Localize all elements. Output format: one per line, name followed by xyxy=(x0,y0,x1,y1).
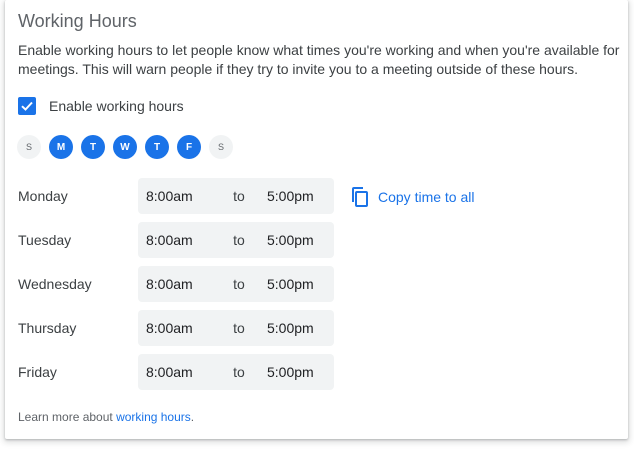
copy-icon xyxy=(352,187,368,207)
working-hours-card: Working Hours Enable working hours to le… xyxy=(5,0,628,439)
copy-time-to-all-label: Copy time to all xyxy=(378,189,475,205)
to-label: to xyxy=(233,232,245,248)
checkmark-icon xyxy=(21,101,33,111)
end-time-field[interactable]: 5:00pm xyxy=(260,276,314,292)
start-time-field[interactable]: 8:00am xyxy=(138,188,218,204)
end-time-field[interactable]: 5:00pm xyxy=(260,232,314,248)
schedule-row-wednesday: Wednesday 8:00am to 5:00pm xyxy=(18,266,334,302)
learn-more-text: Learn more about working hours. xyxy=(18,410,194,424)
day-toggle-thursday[interactable]: T xyxy=(145,135,169,159)
start-time-field[interactable]: 8:00am xyxy=(138,364,218,380)
learn-more-prefix: Learn more about xyxy=(18,410,117,424)
schedule-row-tuesday: Tuesday 8:00am to 5:00pm xyxy=(18,222,334,258)
section-title: Working Hours xyxy=(18,11,137,31)
day-toggle-friday[interactable]: F xyxy=(177,135,201,159)
enable-working-hours-checkbox[interactable] xyxy=(18,97,36,115)
time-range: 8:00am to 5:00pm xyxy=(138,266,334,302)
day-toggle-saturday[interactable]: S xyxy=(209,135,233,159)
start-time-field[interactable]: 8:00am xyxy=(138,320,218,336)
schedule-row-monday: Monday 8:00am to 5:00pm xyxy=(18,178,334,214)
start-time-field[interactable]: 8:00am xyxy=(138,276,218,292)
day-label: Monday xyxy=(18,188,68,204)
day-toggle-tuesday[interactable]: T xyxy=(81,135,105,159)
day-label: Thursday xyxy=(18,320,77,336)
enable-working-hours-row: Enable working hours xyxy=(18,96,184,116)
time-range: 8:00am to 5:00pm xyxy=(138,222,334,258)
day-label: Friday xyxy=(18,364,57,380)
day-toggle-monday[interactable]: M xyxy=(49,135,73,159)
enable-working-hours-label: Enable working hours xyxy=(49,98,184,114)
to-label: to xyxy=(233,364,245,380)
to-label: to xyxy=(233,276,245,292)
schedule-row-friday: Friday 8:00am to 5:00pm xyxy=(18,354,334,390)
working-hours-link[interactable]: working hours xyxy=(116,410,191,424)
to-label: to xyxy=(233,188,245,204)
day-toggle-sunday[interactable]: S xyxy=(17,135,41,159)
learn-more-suffix: . xyxy=(190,410,195,424)
copy-time-to-all-button[interactable]: Copy time to all xyxy=(351,186,474,208)
day-toggle-wednesday[interactable]: W xyxy=(113,135,137,159)
to-label: to xyxy=(233,320,245,336)
section-description: Enable working hours to let people know … xyxy=(18,42,620,77)
time-range: 8:00am to 5:00pm xyxy=(138,354,334,390)
day-selector: S M T W T F S xyxy=(17,135,241,159)
end-time-field[interactable]: 5:00pm xyxy=(260,188,314,204)
end-time-field[interactable]: 5:00pm xyxy=(260,364,314,380)
day-label: Tuesday xyxy=(18,232,72,248)
time-range: 8:00am to 5:00pm xyxy=(138,178,334,214)
schedule-row-thursday: Thursday 8:00am to 5:00pm xyxy=(18,310,334,346)
time-range: 8:00am to 5:00pm xyxy=(138,310,334,346)
start-time-field[interactable]: 8:00am xyxy=(138,232,218,248)
end-time-field[interactable]: 5:00pm xyxy=(260,320,314,336)
day-label: Wednesday xyxy=(18,276,92,292)
